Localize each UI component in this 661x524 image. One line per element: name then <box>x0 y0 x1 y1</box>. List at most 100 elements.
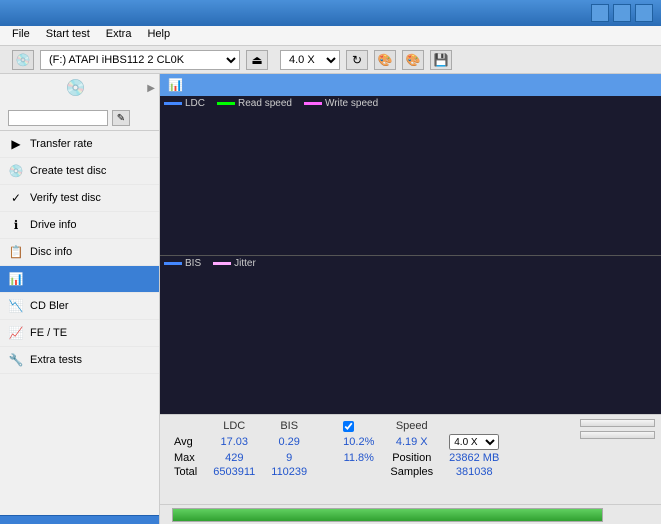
position-value: 23862 MB <box>441 451 507 465</box>
menu-start-test[interactable]: Start test <box>38 28 98 43</box>
sidebar-item-label: Verify test disc <box>30 192 101 204</box>
avg-speed: 4.19 X <box>382 433 441 451</box>
window-controls <box>591 4 653 22</box>
fe-te-icon: 📈 <box>8 325 24 341</box>
color-button2[interactable]: 🎨 <box>402 50 424 70</box>
chart1-container: LDC Read speed Write speed <box>160 96 661 256</box>
total-ldc: 6503911 <box>205 465 263 479</box>
max-row-label: Max <box>166 451 205 465</box>
write-speed-legend-color <box>304 102 322 105</box>
bis-legend-label: BIS <box>185 258 201 269</box>
chart2-container: BIS Jitter <box>160 256 661 415</box>
stats-table: LDC BIS Speed Avg <box>166 419 570 479</box>
speed-select[interactable]: 4.0 X <box>280 50 340 70</box>
sidebar-item-disc-quality[interactable]: 📊 <box>0 266 159 293</box>
nav-items: ▶ Transfer rate 💿 Create test disc ✓ Ver… <box>0 131 159 515</box>
max-bis: 9 <box>263 451 315 465</box>
progress-area <box>160 504 661 524</box>
menu-file[interactable]: File <box>4 28 38 43</box>
menubar: File Start test Extra Help <box>0 26 661 46</box>
write-speed-legend-item: Write speed <box>304 98 378 109</box>
sidebar-item-label: Create test disc <box>30 165 106 177</box>
chart2-legend: BIS Jitter <box>160 256 661 271</box>
read-speed-legend-item: Read speed <box>217 98 292 109</box>
save-button[interactable]: 💾 <box>430 50 452 70</box>
start-part-button[interactable] <box>580 431 655 439</box>
bis-legend-item: BIS <box>164 258 201 269</box>
disc-info-icon: 📋 <box>8 244 24 260</box>
drive-info-icon: ℹ <box>8 217 24 233</box>
sidebar-item-label: Extra tests <box>30 354 82 366</box>
avg-jitter: 10.2% <box>335 433 382 451</box>
charts-area: LDC Read speed Write speed <box>160 96 661 414</box>
avg-row-label: Avg <box>166 433 205 451</box>
speed-header: Speed <box>382 419 441 433</box>
refresh-button[interactable]: ↻ <box>346 50 368 70</box>
speed-dropdown[interactable]: 4.0 X <box>449 434 499 450</box>
main-layout: 💿 ▶ ✎ <box>0 74 661 524</box>
cd-bler-icon: 📉 <box>8 298 24 314</box>
drive-icon-button[interactable]: 💿 <box>12 50 34 70</box>
titlebar <box>0 0 661 26</box>
eject-button[interactable]: ⏏ <box>246 50 268 70</box>
maximize-button[interactable] <box>613 4 631 22</box>
max-jitter: 11.8% <box>335 451 382 465</box>
ldc-header: LDC <box>205 419 263 433</box>
jitter-legend-label: Jitter <box>234 258 256 269</box>
disc-arrow-icon: ▶ <box>147 83 155 94</box>
status-window-button[interactable] <box>0 515 159 524</box>
write-speed-legend-label: Write speed <box>325 98 378 109</box>
sidebar-item-fe-te[interactable]: 📈 FE / TE <box>0 320 159 347</box>
content-header-icon: 📊 <box>168 78 183 92</box>
disc-icon: 💿 <box>66 78 86 98</box>
sidebar-item-drive-info[interactable]: ℹ Drive info <box>0 212 159 239</box>
read-speed-legend-label: Read speed <box>238 98 292 109</box>
sidebar-item-label: Drive info <box>30 219 76 231</box>
avg-bis: 0.29 <box>263 433 315 451</box>
ldc-legend-color <box>164 102 182 105</box>
bis-legend-color <box>164 262 182 265</box>
minimize-button[interactable] <box>591 4 609 22</box>
jitter-legend-item: Jitter <box>213 258 256 269</box>
menu-help[interactable]: Help <box>139 28 178 43</box>
stats-area: LDC BIS Speed Avg <box>160 414 661 504</box>
transfer-rate-icon: ▶ <box>8 136 24 152</box>
label-input[interactable] <box>8 110 108 126</box>
drive-select[interactable]: (F:) ATAPI iHBS112 2 CL0K <box>40 50 240 70</box>
menu-extra[interactable]: Extra <box>98 28 140 43</box>
position-label: Position <box>382 451 441 465</box>
samples-label: Samples <box>382 465 441 479</box>
sidebar-item-label: Disc info <box>30 246 72 258</box>
color-button1[interactable]: 🎨 <box>374 50 396 70</box>
sidebar-item-create-test-disc[interactable]: 💿 Create test disc <box>0 158 159 185</box>
jitter-col-header <box>335 419 382 433</box>
jitter-checkbox[interactable] <box>343 421 354 432</box>
ldc-legend-item: LDC <box>164 98 205 109</box>
content-header: 📊 <box>160 74 661 96</box>
verify-disc-icon: ✓ <box>8 190 24 206</box>
content-area: 📊 LDC Read speed Write <box>160 74 661 524</box>
disc-quality-icon: 📊 <box>8 271 24 287</box>
action-buttons <box>580 419 655 439</box>
label-edit-button[interactable]: ✎ <box>112 110 130 126</box>
max-ldc: 429 <box>205 451 263 465</box>
total-row-label: Total <box>166 465 205 479</box>
sidebar-item-extra-tests[interactable]: 🔧 Extra tests <box>0 347 159 374</box>
samples-value: 381038 <box>441 465 507 479</box>
extra-tests-icon: 🔧 <box>8 352 24 368</box>
progress-bar-container <box>172 508 603 522</box>
start-full-button[interactable] <box>580 419 655 427</box>
create-disc-icon: 💿 <box>8 163 24 179</box>
chart1-legend: LDC Read speed Write speed <box>160 96 661 111</box>
ldc-legend-label: LDC <box>185 98 205 109</box>
read-speed-legend-color <box>217 102 235 105</box>
sidebar: 💿 ▶ ✎ <box>0 74 160 524</box>
sidebar-item-disc-info[interactable]: 📋 Disc info <box>0 239 159 266</box>
sidebar-item-cd-bler[interactable]: 📉 CD Bler <box>0 293 159 320</box>
progress-bar-fill <box>173 509 602 521</box>
close-button[interactable] <box>635 4 653 22</box>
sidebar-item-label: FE / TE <box>30 327 67 339</box>
sidebar-item-verify-test-disc[interactable]: ✓ Verify test disc <box>0 185 159 212</box>
bis-header: BIS <box>263 419 315 433</box>
sidebar-item-transfer-rate[interactable]: ▶ Transfer rate <box>0 131 159 158</box>
